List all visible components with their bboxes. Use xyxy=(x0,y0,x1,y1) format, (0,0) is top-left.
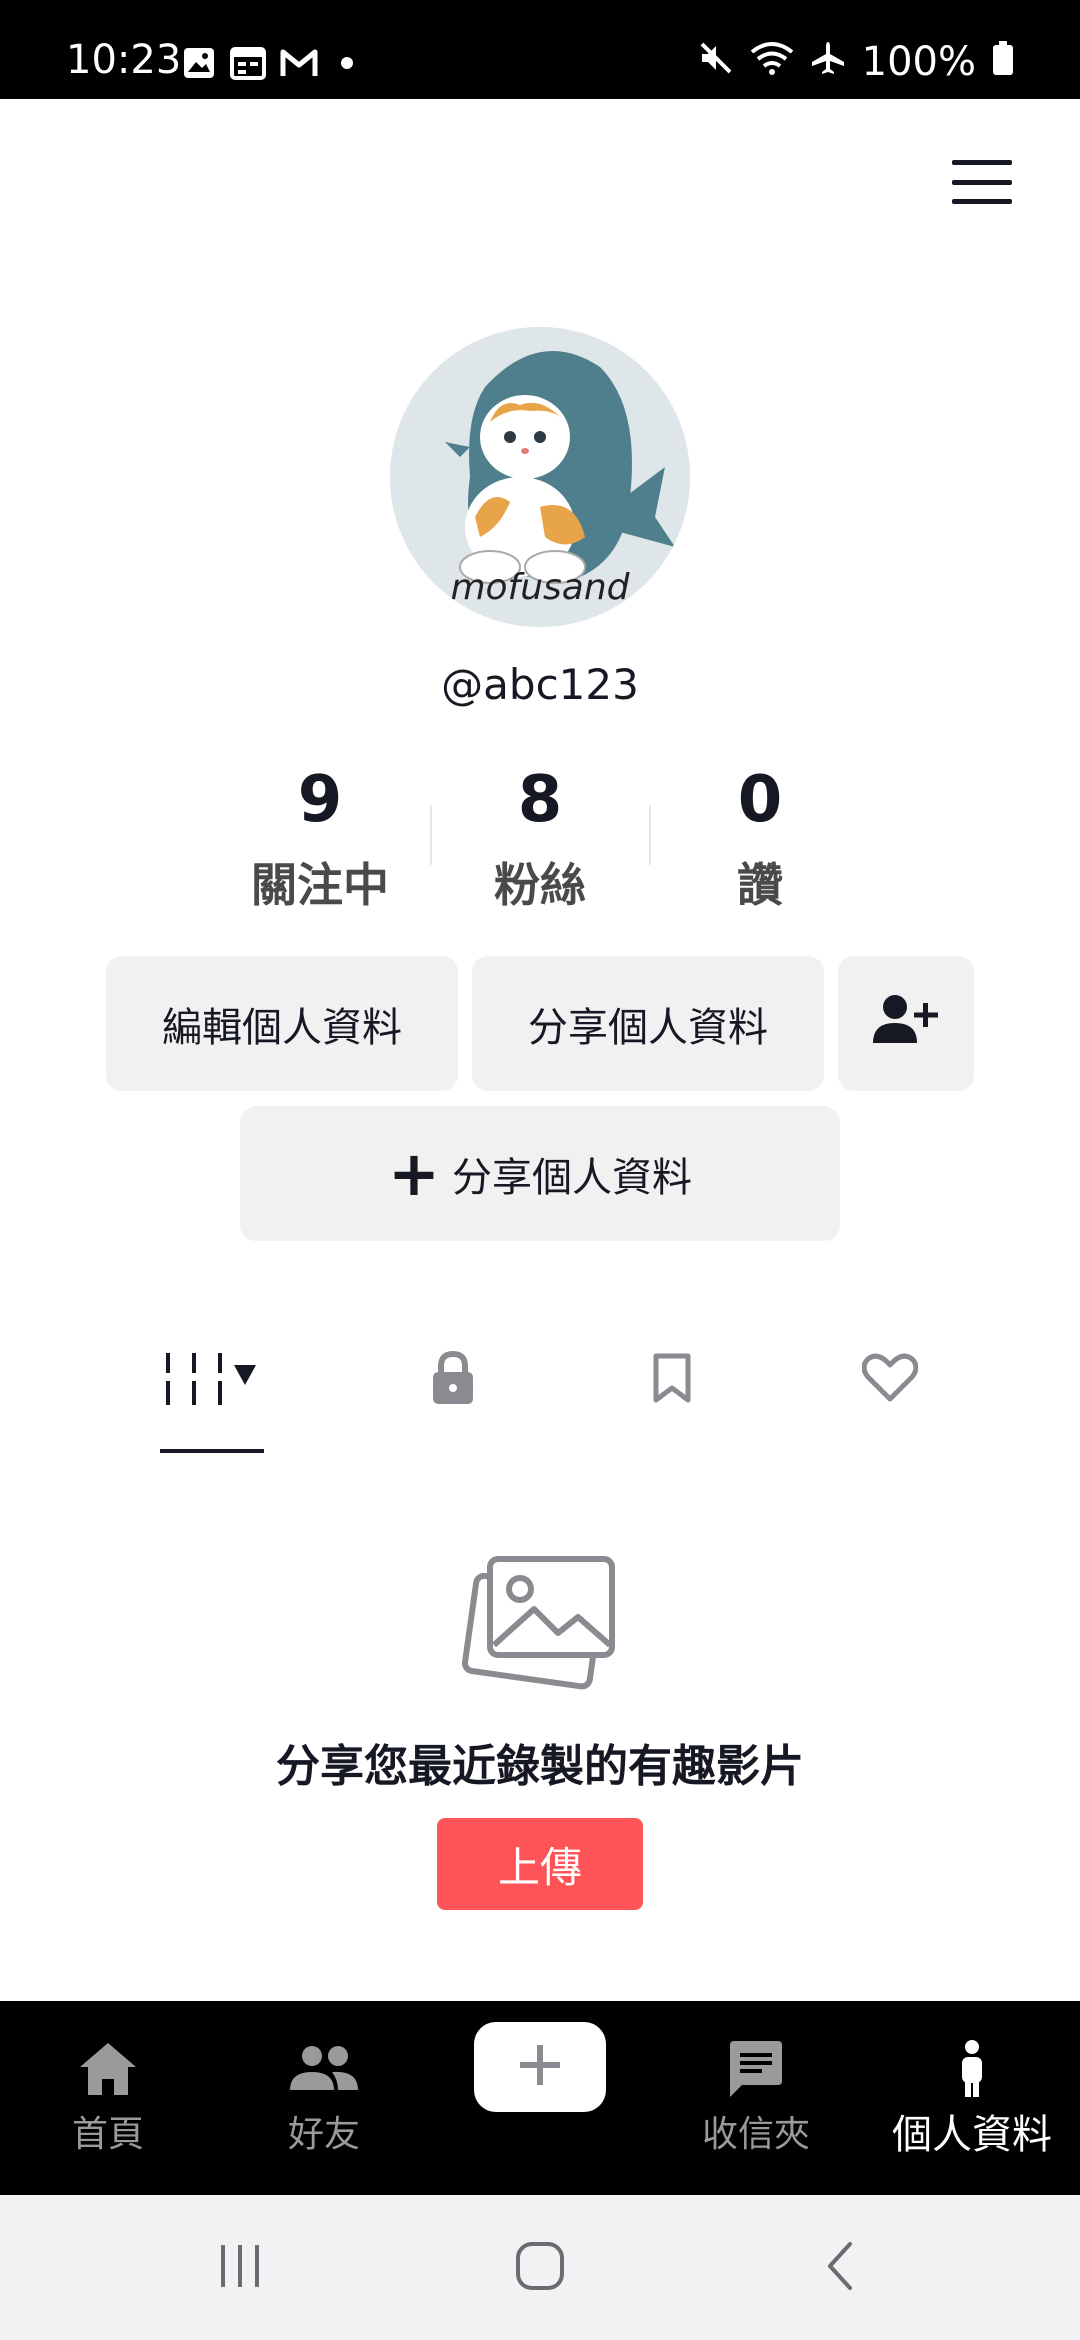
add-friend-button[interactable] xyxy=(838,956,974,1091)
stat-following-label: 關注中 xyxy=(251,858,389,912)
stat-followers[interactable]: 8 粉絲 xyxy=(430,755,650,925)
photos-icon xyxy=(461,1555,618,1695)
tab-saved[interactable] xyxy=(612,1330,732,1430)
nav-profile[interactable]: 個人資料 xyxy=(864,2001,1080,2195)
stat-divider xyxy=(430,805,432,865)
share-profile-button[interactable]: 分享個人資料 xyxy=(472,956,824,1091)
stat-likes-label: 讚 xyxy=(737,858,783,912)
add-user-icon xyxy=(871,993,941,1055)
system-nav-bar xyxy=(0,2195,1080,2340)
battery-icon xyxy=(992,40,1014,83)
calendar-icon xyxy=(230,46,266,84)
recent-apps-button[interactable] xyxy=(180,2195,300,2340)
home-icon xyxy=(78,2037,138,2101)
tab-liked[interactable] xyxy=(830,1330,950,1430)
stat-likes[interactable]: 0 讚 xyxy=(650,755,870,925)
stat-divider xyxy=(649,805,651,865)
status-time: 10:23 xyxy=(66,37,182,83)
status-bar: 10:23 100% xyxy=(0,0,1080,99)
gmail-icon xyxy=(280,48,318,82)
recent-apps-icon xyxy=(215,2241,265,2295)
nav-friends[interactable]: 好友 xyxy=(216,2001,432,2195)
stat-followers-value: 8 xyxy=(517,763,563,837)
upload-button[interactable]: 上傳 xyxy=(437,1818,643,1910)
back-icon xyxy=(822,2240,858,2296)
empty-state-message: 分享您最近錄製的有趣影片 xyxy=(276,1741,804,1792)
stat-followers-label: 粉絲 xyxy=(494,858,586,912)
avatar-caption: mofusand xyxy=(450,567,630,608)
profile-tabs xyxy=(0,1330,1080,1450)
dot-icon xyxy=(332,48,362,82)
airplane-icon xyxy=(810,40,846,83)
stat-likes-value: 0 xyxy=(737,763,783,837)
gallery-icon xyxy=(182,46,216,84)
wifi-icon xyxy=(750,40,794,83)
create-button[interactable] xyxy=(474,2022,606,2112)
nav-home-label: 首頁 xyxy=(71,2114,144,2155)
nav-inbox[interactable]: 收信夾 xyxy=(648,2001,864,2195)
videos-grid-icon xyxy=(156,1343,266,1417)
tab-private[interactable] xyxy=(393,1330,513,1430)
profile-icon xyxy=(957,2037,987,2101)
nav-friends-label: 好友 xyxy=(287,2114,360,2155)
back-button[interactable] xyxy=(780,2195,900,2340)
bookmark-icon xyxy=(652,1352,692,1408)
mute-icon xyxy=(698,40,734,83)
plus-icon: + xyxy=(388,1136,440,1210)
battery-text: 100% xyxy=(861,38,976,85)
heart-icon xyxy=(861,1353,919,1407)
nav-profile-label: 個人資料 xyxy=(892,2112,1052,2158)
menu-icon xyxy=(952,160,1012,165)
menu-button[interactable] xyxy=(952,160,1012,204)
friends-icon xyxy=(288,2037,360,2101)
lock-icon xyxy=(431,1350,475,1410)
stat-following[interactable]: 9 關注中 xyxy=(210,755,430,925)
profile-stats: 9 關注中 8 粉絲 0 讚 xyxy=(0,755,1080,935)
avatar-image: mofusand xyxy=(390,327,690,627)
nav-inbox-label: 收信夾 xyxy=(701,2114,810,2155)
tab-active-indicator xyxy=(160,1449,264,1453)
home-circle-icon xyxy=(514,2240,566,2296)
avatar[interactable]: mofusand xyxy=(390,327,690,627)
home-button[interactable] xyxy=(480,2195,600,2340)
tab-videos[interactable] xyxy=(146,1330,276,1430)
stat-following-value: 9 xyxy=(297,763,343,837)
add-share-profile-label: 分享個人資料 xyxy=(451,1154,692,1201)
inbox-icon xyxy=(726,2037,786,2101)
username: @abc123 xyxy=(441,660,639,709)
add-share-profile-button[interactable]: + 分享個人資料 xyxy=(240,1106,840,1241)
plus-icon xyxy=(516,2041,564,2093)
edit-profile-button[interactable]: 編輯個人資料 xyxy=(106,956,458,1091)
nav-home[interactable]: 首頁 xyxy=(0,2001,216,2195)
